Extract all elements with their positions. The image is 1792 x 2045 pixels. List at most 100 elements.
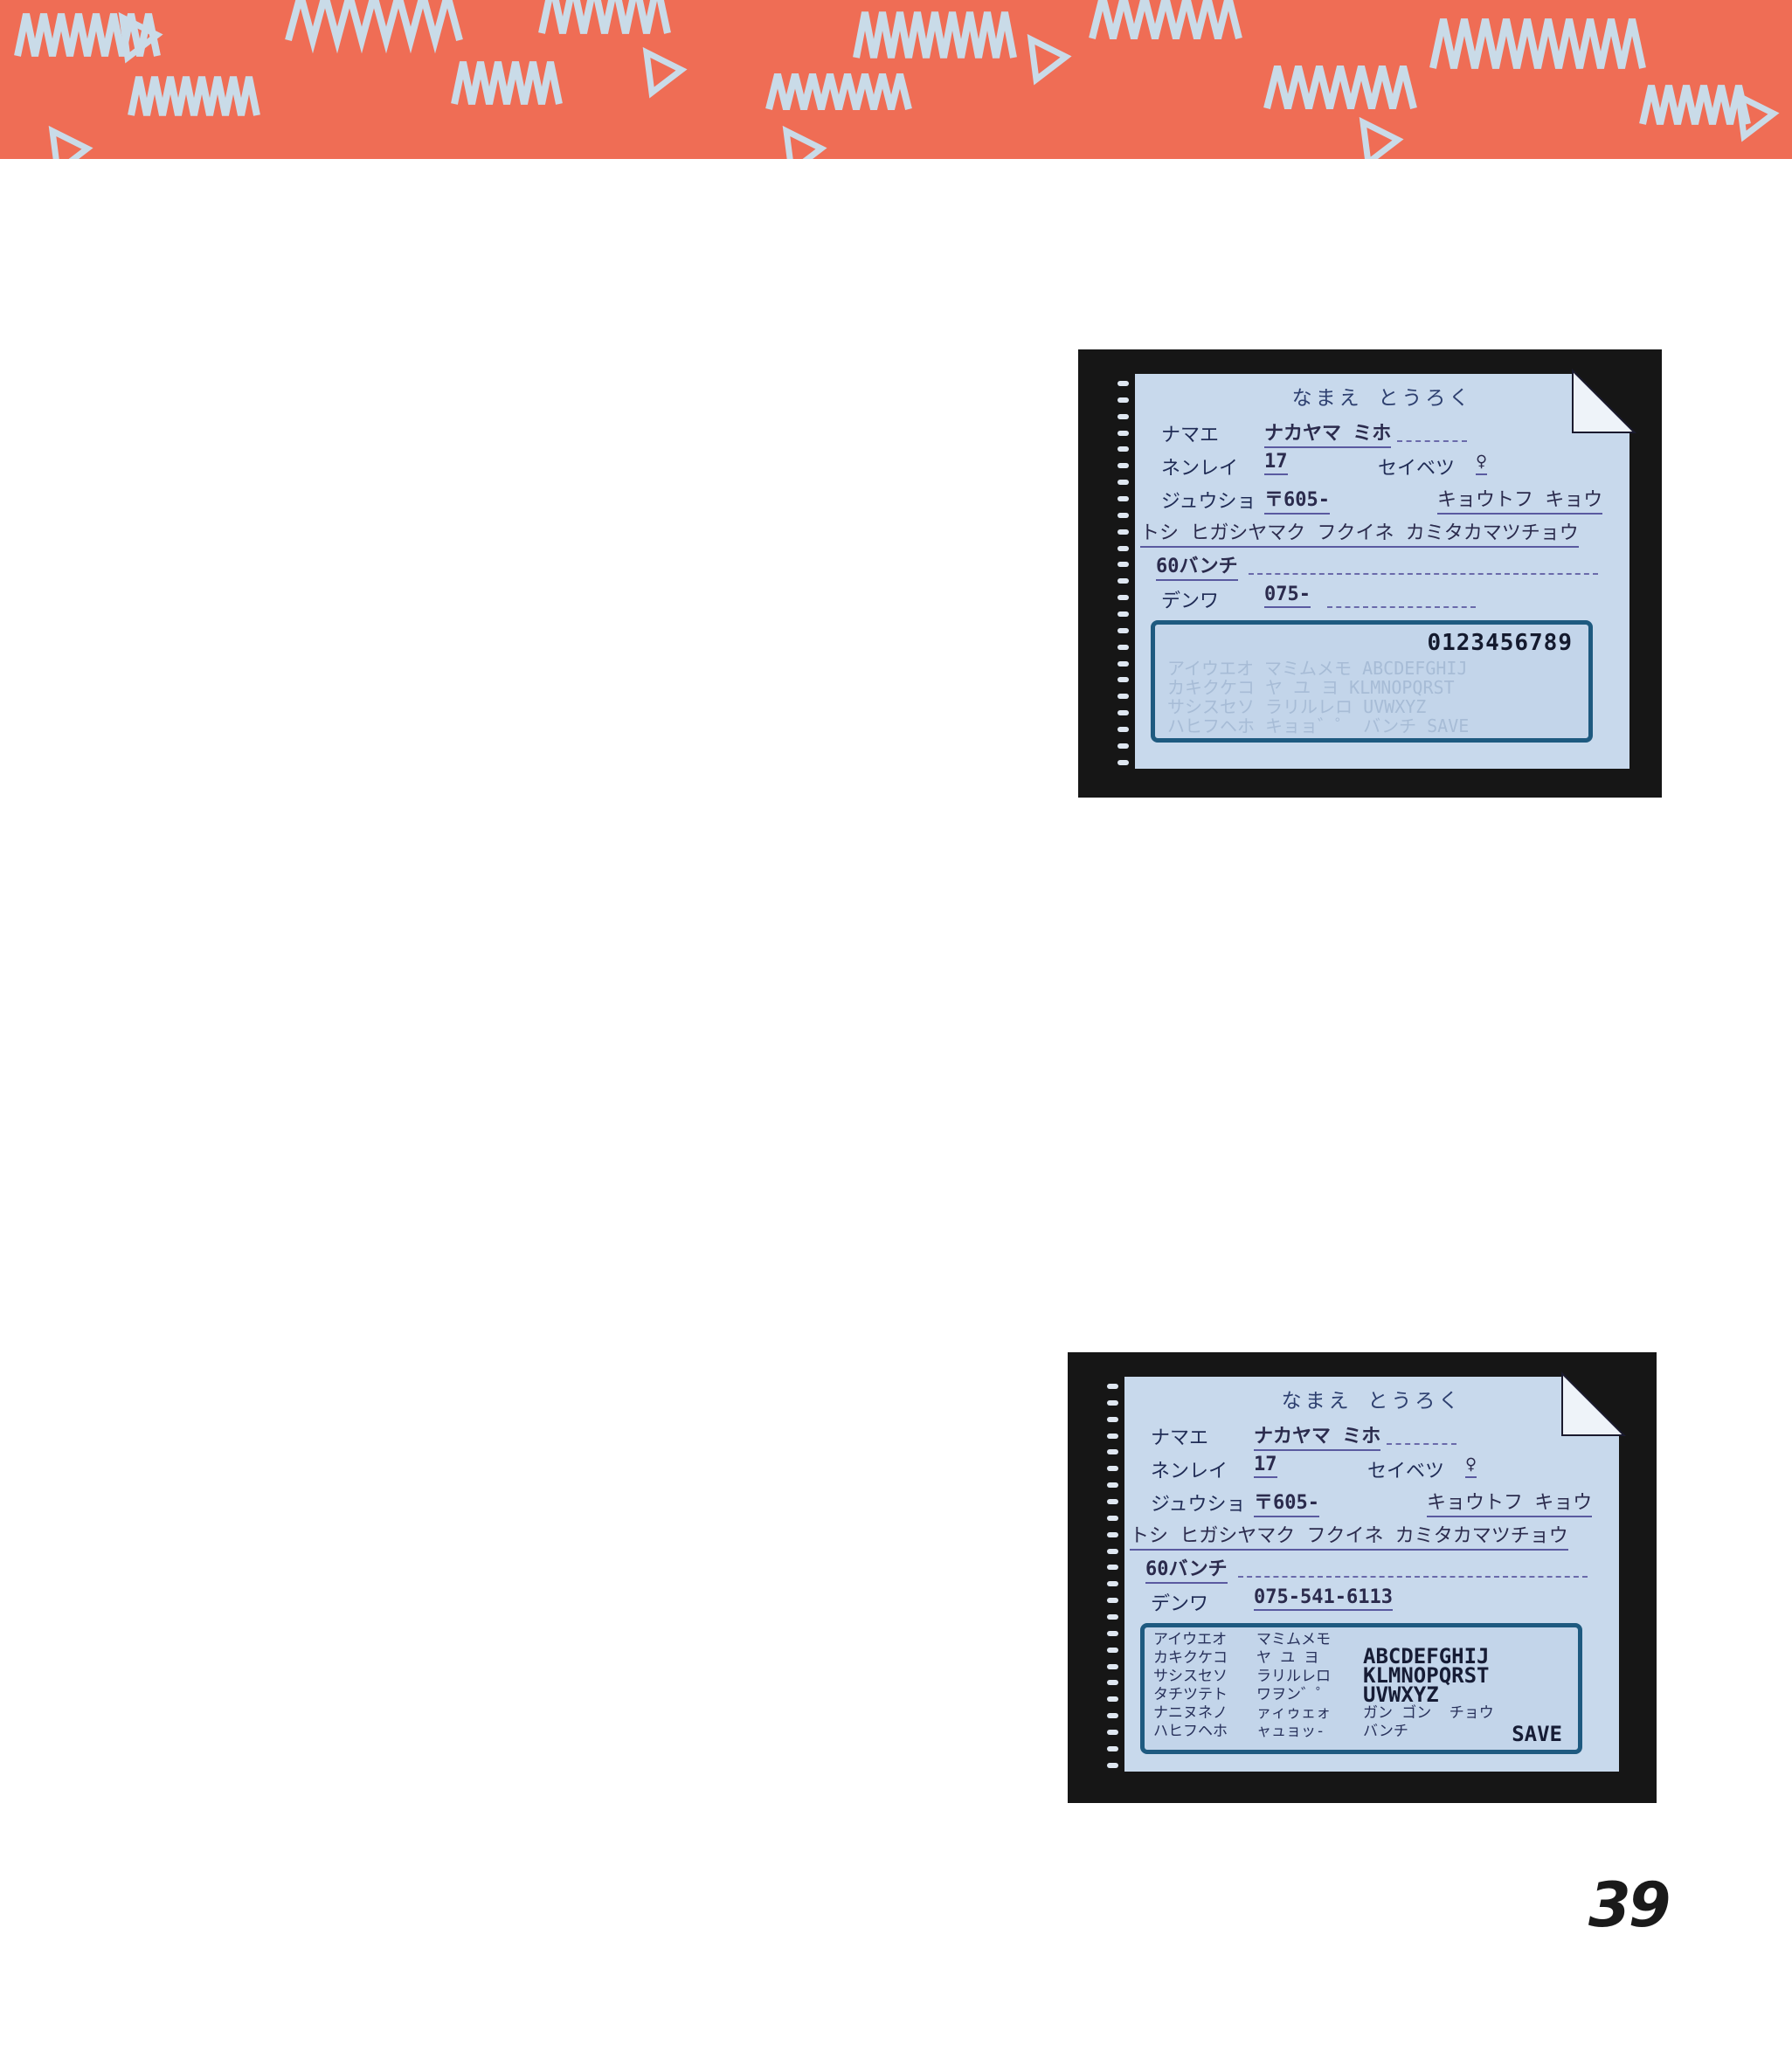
zigzag-shape — [1429, 18, 1646, 69]
address-row-2: トシ ヒガシヤマク フクイネ カミタカマツチョウ — [1124, 1518, 1619, 1551]
phone-label: デンワ — [1161, 591, 1220, 612]
address-line-1: キョウトフ キョウ — [1427, 1487, 1593, 1517]
name-row: ナマエ ナカヤマ ミホ — [1124, 1419, 1619, 1451]
binding-ring — [1117, 562, 1129, 568]
binding-ring — [1117, 759, 1129, 765]
name-value: ナカヤマ ミホ — [1264, 418, 1392, 448]
zigzag-shape — [1263, 66, 1417, 109]
binding-ring — [1117, 430, 1129, 436]
binding-ring — [1107, 1663, 1118, 1669]
zigzag-shape — [1639, 85, 1751, 125]
postal-code-value: 〒605- — [1254, 1487, 1319, 1517]
kana-column-2: マミムメモ ヤ ユ ヨ ラリルレロ ワヲン゛゜ ァィゥェォ ャュョッ- — [1256, 1631, 1331, 1740]
address-row-2: トシ ヒガシヤマク フクイネ カミタカマツチョウ — [1135, 515, 1629, 548]
age-label: ネンレイ — [1151, 1461, 1228, 1482]
triangle-shape — [1734, 90, 1780, 142]
binding-ring — [1107, 1745, 1118, 1751]
address-line-3: 60バンチ — [1156, 550, 1238, 581]
zigzag-pattern — [14, 0, 1780, 159]
phone-row: デンワ 075- — [1135, 582, 1629, 612]
binding-ring — [1117, 677, 1129, 683]
address-label: ジュウショ — [1161, 491, 1256, 513]
address-blank-line — [1238, 1576, 1588, 1578]
age-value: 17 — [1264, 451, 1288, 475]
zigzag-shape — [128, 76, 260, 116]
kana-column-1: アイウエオ カキクケコ サシスセソ タチツテト ナニヌネノ ハヒフヘホ — [1153, 1631, 1228, 1740]
game-screenshot-name-entry-complete: なまえ とうろく ナマエ ナカヤマ ミホ ネンレイ 17 セイベツ ♀ ジュウシ… — [1068, 1352, 1657, 1803]
age-sex-row: ネンレイ 17 セイベツ ♀ — [1124, 1452, 1619, 1482]
triangle-shape — [48, 125, 93, 159]
binding-ring — [1117, 578, 1129, 584]
address-row-3: 60バンチ — [1135, 549, 1629, 581]
address-line-2: トシ ヒガシヤマク フクイネ カミタカマツチョウ — [1140, 517, 1579, 548]
zigzag-shape — [765, 73, 912, 110]
binding-ring — [1117, 545, 1129, 551]
address-row: ジュウショ 〒605- キョウトフ キョウ — [1124, 1485, 1619, 1517]
binding-ring — [1107, 1499, 1118, 1505]
binding-ring — [1107, 1598, 1118, 1604]
binding-ring — [1107, 1614, 1118, 1620]
screen-title: なまえ とうろく — [1281, 1390, 1463, 1413]
postal-code-value: 〒605- — [1264, 484, 1330, 515]
triangle-shape — [1027, 33, 1072, 86]
keypad-digits: 0123456789 — [1427, 630, 1573, 656]
phone-value: 075- — [1264, 584, 1311, 608]
screen-title: なまえ とうろく — [1291, 387, 1473, 410]
address-line-2: トシ ヒガシヤマク フクイネ カミタカマツチョウ — [1130, 1520, 1568, 1551]
binding-ring — [1117, 397, 1129, 403]
notebook-page: なまえ とうろく ナマエ ナカヤマ ミホ ネンレイ 17 セイベツ ♀ ジュウシ… — [1107, 1371, 1626, 1772]
decorative-banner — [0, 0, 1792, 159]
name-label: ナマエ — [1161, 425, 1220, 446]
triangle-shape — [642, 46, 688, 99]
address-line-1: キョウトフ キョウ — [1437, 484, 1603, 515]
triangle-shape — [782, 125, 827, 159]
name-blank-line — [1387, 1443, 1456, 1445]
digit-keypad: 0123456789 アイウエオ マミムメモ ABCDEFGHIJ カキクケコ … — [1151, 620, 1593, 743]
phone-label: デンワ — [1151, 1593, 1209, 1615]
binding-ring — [1117, 480, 1129, 486]
zigzag-shape — [538, 0, 671, 34]
binding-ring — [1107, 1384, 1118, 1389]
binding-ring — [1117, 660, 1129, 667]
binding-ring — [1117, 512, 1129, 518]
binding-ring — [1107, 1696, 1118, 1703]
binding-ring — [1107, 1515, 1118, 1521]
binding-ring — [1117, 627, 1129, 633]
binding-ring — [1107, 1565, 1118, 1571]
address-line-3: 60バンチ — [1145, 1553, 1228, 1584]
address-blank-line — [1249, 573, 1598, 575]
triangle-shape — [1359, 116, 1404, 159]
binding-ring — [1117, 463, 1129, 469]
zigzag-shape — [853, 11, 1017, 59]
name-blank-line — [1397, 440, 1467, 442]
address-row-3: 60バンチ — [1124, 1551, 1619, 1584]
character-keypad: アイウエオ カキクケコ サシスセソ タチツテト ナニヌネノ ハヒフヘホ マミムメ… — [1140, 1623, 1582, 1754]
zigzag-shape — [1089, 0, 1242, 39]
binding-ring — [1117, 413, 1129, 419]
spiral-binding — [1107, 1384, 1119, 1768]
binding-ring — [1107, 1647, 1118, 1653]
address-row: ジュウショ 〒605- キョウトフ キョウ — [1135, 482, 1629, 515]
zigzag-shape — [285, 0, 463, 54]
binding-ring — [1107, 1762, 1118, 1768]
sex-label: セイベツ — [1367, 1461, 1445, 1482]
name-row: ナマエ ナカヤマ ミホ — [1135, 416, 1629, 448]
sex-label: セイベツ — [1378, 458, 1456, 480]
binding-ring — [1107, 1548, 1118, 1554]
alphabet-keys: ABCDEFGHIJ KLMNOPQRST UVWXYZ — [1363, 1644, 1490, 1707]
sex-value: ♀ — [1476, 451, 1488, 475]
page-number: 39 — [1588, 1869, 1671, 1941]
spiral-binding — [1117, 381, 1130, 765]
binding-ring — [1107, 1416, 1118, 1422]
binding-ring — [1117, 529, 1129, 535]
binding-ring — [1107, 1531, 1118, 1537]
phone-value: 075-541-6113 — [1254, 1586, 1393, 1611]
binding-ring — [1107, 1713, 1118, 1719]
binding-ring — [1117, 710, 1129, 716]
age-label: ネンレイ — [1161, 458, 1239, 480]
phone-row: デンワ 075-541-6113 — [1124, 1585, 1619, 1615]
binding-ring — [1117, 727, 1129, 733]
binding-ring — [1107, 1730, 1118, 1736]
binding-ring — [1107, 1433, 1118, 1439]
notebook-page: なまえ とうろく ナマエ ナカヤマ ミホ ネンレイ 17 セイベツ ♀ ジュウシ… — [1117, 369, 1636, 769]
